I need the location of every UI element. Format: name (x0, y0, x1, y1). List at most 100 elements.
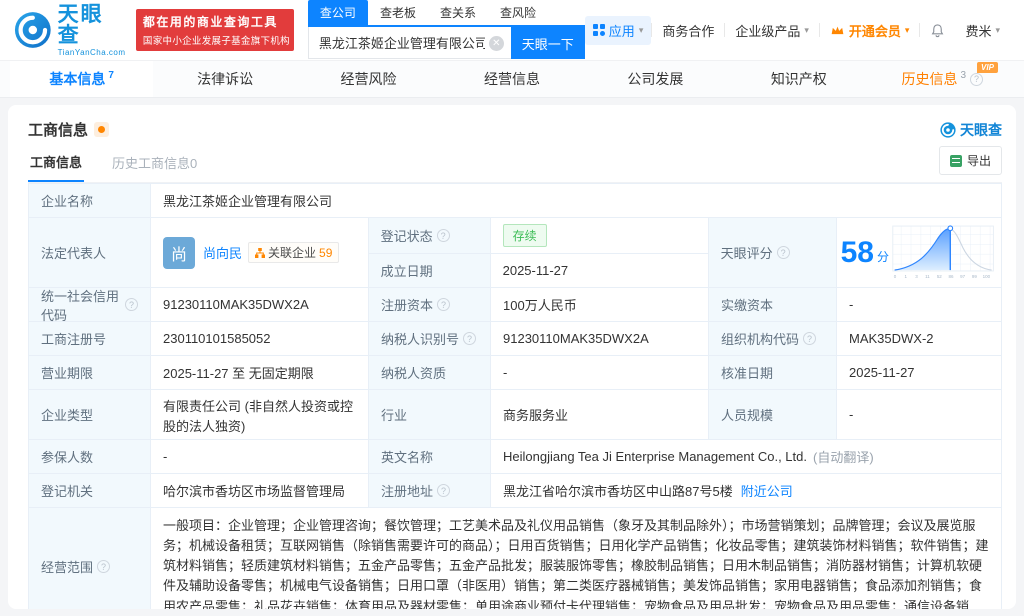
company-name-value: 黑龙江茶姬企业管理有限公司 (151, 184, 1001, 217)
field-label: 纳税人资质 (369, 356, 491, 389)
tianyancha-logo-icon (14, 11, 52, 49)
help-icon[interactable]: ? (125, 298, 138, 311)
search-tab-boss[interactable]: 查老板 (368, 0, 428, 25)
nav-apps-label: 应用 (609, 21, 635, 40)
table-row: 登记机关 哈尔滨市香坊区市场监督管理局 注册地址 ? 黑龙江省哈尔滨市香坊区中山… (29, 474, 1001, 508)
search-tab-company[interactable]: 查公司 (308, 0, 368, 25)
export-label: 导出 (967, 152, 991, 169)
clear-search-icon[interactable]: ✕ (489, 36, 504, 51)
chevron-down-icon: ▾ (804, 25, 809, 36)
search-tab-risk[interactable]: 查风险 (488, 0, 548, 25)
help-icon[interactable]: ? (777, 246, 790, 259)
score-cell[interactable]: 58 分 (837, 218, 1001, 287)
tab-label: 公司发展 (627, 69, 683, 89)
logo-title: 天眼查 (58, 4, 126, 46)
field-label-group: 注册地址 ? (369, 474, 491, 507)
help-icon[interactable]: ? (437, 229, 450, 242)
field-label: 实缴资本 (709, 288, 837, 321)
field-label: 英文名称 (369, 440, 491, 473)
field-label: 组织机构代码 (721, 329, 799, 348)
paid-capital-value: - (837, 288, 1001, 321)
user-menu[interactable]: 费米 ▾ (955, 21, 1010, 40)
field-label-group: 经营范围 ? (29, 508, 151, 609)
field-label: 工商注册号 (29, 322, 151, 355)
nav-cooperation[interactable]: 商务合作 (652, 21, 724, 40)
help-icon[interactable]: ? (437, 484, 450, 497)
promo-line2: 国家中小企业发展子基金旗下机构 (143, 33, 287, 47)
help-icon[interactable]: ? (437, 298, 450, 311)
staff-size-value: - (837, 390, 1001, 439)
reg-authority-value: 哈尔滨市香坊区市场监督管理局 (151, 474, 369, 507)
field-label: 营业期限 (29, 356, 151, 389)
score-unit: 分 (877, 248, 889, 265)
search-button[interactable]: 天眼一下 (511, 27, 585, 59)
tab-intellectual-property[interactable]: 知识产权 (727, 61, 870, 97)
tab-operation-info[interactable]: 经营信息 (440, 61, 583, 97)
notification-bell[interactable] (920, 23, 955, 38)
table-row: 法定代表人 尚 尚向民 关联企业 59 (29, 218, 1001, 288)
legal-rep-link[interactable]: 尚向民 (203, 243, 242, 262)
vip-badge: VIP (977, 62, 998, 73)
field-label-group: 登记状态 ? (369, 218, 491, 253)
help-icon[interactable]: ? (97, 560, 110, 573)
nearby-companies-link[interactable]: 附近公司 (741, 481, 793, 500)
en-name-text: Heilongjiang Tea Ji Enterprise Managemen… (503, 449, 807, 464)
approval-date-value: 2025-11-27 (837, 356, 1001, 389)
svg-text:86: 86 (948, 274, 953, 279)
reg-address-text: 黑龙江省哈尔滨市香坊区中山路87号5楼 (503, 481, 733, 500)
related-companies-badge[interactable]: 关联企业 59 (248, 242, 339, 263)
reg-no-value: 230110101585052 (151, 322, 369, 355)
field-label: 纳税人识别号 (381, 329, 459, 348)
field-label: 统一社会信用代码 (41, 286, 121, 324)
excel-icon (950, 155, 962, 167)
field-label: 登记机关 (29, 474, 151, 507)
field-label: 注册地址 (381, 481, 433, 500)
svg-text:11: 11 (925, 274, 930, 279)
reg-status-cell: 存续 (491, 218, 708, 253)
promo-line1: 都在用的商业查询工具 (143, 13, 287, 30)
help-icon[interactable]: ? (970, 73, 983, 86)
tab-legal-litigation[interactable]: 法律诉讼 (153, 61, 296, 97)
tab-basic-info[interactable]: 基本信息 7 (10, 61, 153, 97)
header-nav: 应用 ▾ 商务合作 企业级产品 ▾ 开通会员 ▾ 费米 ▾ (585, 16, 1010, 45)
field-label: 核准日期 (709, 356, 837, 389)
nav-open-vip[interactable]: 开通会员 ▾ (820, 21, 920, 40)
export-button[interactable]: 导出 (939, 146, 1002, 175)
tab-label: 历史信息 (901, 69, 957, 89)
announcement-icon (94, 122, 109, 137)
avatar[interactable]: 尚 (163, 237, 195, 269)
help-icon[interactable]: ? (463, 332, 476, 345)
tab-history-info[interactable]: VIP 历史信息 3 ? (871, 61, 1014, 97)
watermark-text: 天眼查 (960, 120, 1002, 140)
help-icon[interactable]: ? (803, 332, 816, 345)
subtab-history-business-info[interactable]: 历史工商信息0 (110, 153, 199, 181)
field-label-group: 组织机构代码 ? (709, 322, 837, 355)
nav-apps[interactable]: 应用 ▾ (585, 16, 652, 45)
svg-text:97: 97 (960, 274, 965, 279)
org-chart-icon (255, 248, 265, 258)
apps-grid-icon (593, 24, 605, 36)
score-distribution-chart: 0 1 3 11 52 86 97 99 100 (891, 221, 997, 285)
table-row: 统一社会信用代码 ? 91230110MAK35DWX2A 注册资本 ? 100… (29, 288, 1001, 322)
search-input[interactable] (308, 27, 511, 59)
svg-text:3: 3 (915, 274, 918, 279)
field-label: 行业 (369, 390, 491, 439)
chevron-down-icon: ▾ (995, 25, 1000, 36)
chevron-down-icon: ▾ (639, 25, 644, 36)
org-code-value: MAK35DWX-2 (837, 322, 1001, 355)
subtab-business-info[interactable]: 工商信息 (28, 152, 84, 182)
field-label: 企业名称 (29, 184, 151, 217)
nav-enterprise-products[interactable]: 企业级产品 ▾ (725, 21, 819, 40)
search-tab-relation[interactable]: 查关系 (428, 0, 488, 25)
tab-label: 经营信息 (484, 69, 540, 89)
company-section-tabs: 基本信息 7 法律诉讼 经营风险 经营信息 公司发展 知识产权 VIP 历史信息… (0, 60, 1024, 98)
tianyancha-logo[interactable]: 天眼查 TianYanCha.com (14, 4, 126, 57)
field-label: 登记状态 (381, 226, 433, 245)
tab-label: 法律诉讼 (197, 69, 253, 89)
field-label: 企业类型 (29, 390, 151, 439)
tab-company-development[interactable]: 公司发展 (584, 61, 727, 97)
industry-value: 商务服务业 (491, 390, 709, 439)
tianyancha-logo-icon (940, 122, 956, 138)
tab-label: 知识产权 (771, 69, 827, 89)
tab-operation-risk[interactable]: 经营风险 (297, 61, 440, 97)
